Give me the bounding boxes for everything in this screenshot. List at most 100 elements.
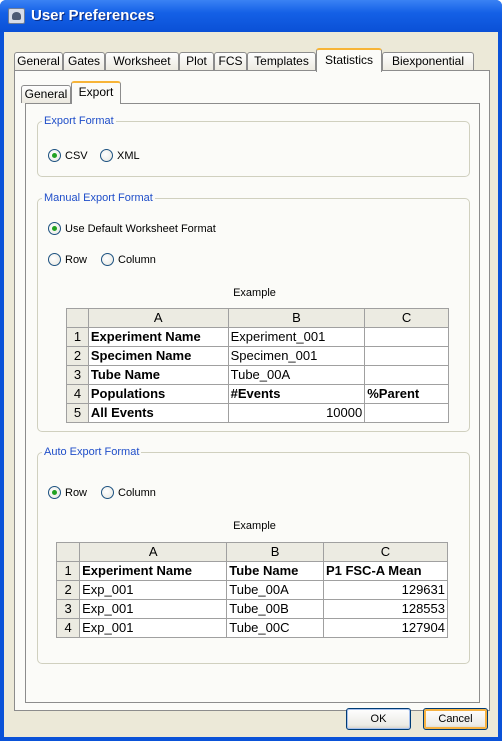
table-cell: #Events xyxy=(227,384,366,404)
table-row: 2 Specimen Name Specimen_001 xyxy=(66,346,449,366)
export-format-group: Export Format CSV XML xyxy=(37,115,470,177)
manual-example-label: Example xyxy=(233,287,276,299)
radio-manual-row-label: Row xyxy=(65,254,88,266)
auto-example-label: Example xyxy=(233,520,276,532)
dialog-client-area: General Gates Worksheet Plot FCS Templat… xyxy=(4,32,498,737)
tab-general[interactable]: General xyxy=(14,52,63,71)
table-cell: Populations xyxy=(87,384,229,404)
row-number: 1 xyxy=(66,327,89,347)
app-icon xyxy=(8,8,25,24)
radio-manual-column-indicator[interactable] xyxy=(101,253,114,266)
radio-csv-label: CSV xyxy=(65,150,88,162)
table-row: 3 Exp_001 Tube_00B 128553 xyxy=(55,599,449,619)
table-cell: Exp_001 xyxy=(79,618,228,638)
auto-export-format-group: Auto Export Format Row Column Example A … xyxy=(37,446,470,664)
radio-manual-column[interactable]: Column xyxy=(101,253,156,267)
radio-auto-row-indicator[interactable] xyxy=(48,486,61,499)
row-number: 4 xyxy=(55,618,81,638)
radio-auto-column-label: Column xyxy=(118,487,156,499)
table-cell: Tube_00C xyxy=(226,618,324,638)
table-cell: Exp_001 xyxy=(79,580,228,600)
window-title: User Preferences xyxy=(31,7,155,24)
radio-xml-label: XML xyxy=(117,150,140,162)
radio-manual-row-indicator[interactable] xyxy=(48,253,61,266)
corner-cell xyxy=(66,308,89,328)
table-cell: Specimen_001 xyxy=(227,346,366,366)
subtab-general[interactable]: General xyxy=(21,85,71,103)
table-row: 4 Populations #Events %Parent xyxy=(66,384,449,404)
radio-default-indicator[interactable] xyxy=(48,222,61,235)
tab-plot[interactable]: Plot xyxy=(179,52,214,71)
radio-xml-indicator[interactable] xyxy=(100,149,113,162)
column-header: C xyxy=(322,542,449,562)
table-cell: Experiment Name xyxy=(79,561,228,581)
table-row: 3 Tube Name Tube_00A xyxy=(66,365,449,385)
cancel-button[interactable]: Cancel xyxy=(423,708,488,730)
table-cell: Tube_00A xyxy=(226,580,324,600)
radio-auto-column-indicator[interactable] xyxy=(101,486,114,499)
radio-auto-column[interactable]: Column xyxy=(101,486,156,500)
radio-manual-row[interactable]: Row xyxy=(48,253,87,267)
auto-export-legend: Auto Export Format xyxy=(44,446,140,458)
tab-templates[interactable]: Templates xyxy=(247,52,316,71)
tab-gates[interactable]: Gates xyxy=(63,52,105,71)
table-cell xyxy=(364,327,449,347)
table-cell: 10000 xyxy=(227,403,366,423)
tab-fcs[interactable]: FCS xyxy=(214,52,247,71)
ok-button[interactable]: OK xyxy=(346,708,411,730)
export-panel: Export Format CSV XML Manual Export Form… xyxy=(25,103,480,703)
radio-auto-row[interactable]: Row xyxy=(48,486,87,500)
radio-manual-column-label: Column xyxy=(118,254,156,266)
row-number: 5 xyxy=(66,403,89,423)
table-header-row: A B C xyxy=(55,542,449,562)
table-cell: 128553 xyxy=(322,599,449,619)
subtab-export[interactable]: Export xyxy=(71,81,121,104)
manual-export-format-group: Manual Export Format Use Default Workshe… xyxy=(37,192,470,432)
auto-example-table: A B C 1 Experiment Name Tube Name P1 FSC… xyxy=(55,542,449,638)
radio-use-default-worksheet-format[interactable]: Use Default Worksheet Format xyxy=(48,222,216,236)
table-cell: %Parent xyxy=(364,384,449,404)
radio-csv-indicator[interactable] xyxy=(48,149,61,162)
table-row: 4 Exp_001 Tube_00C 127904 xyxy=(55,618,449,638)
table-cell: P1 FSC-A Mean xyxy=(322,561,449,581)
row-number: 3 xyxy=(55,599,81,619)
table-cell: Tube_00A xyxy=(227,365,366,385)
column-header: C xyxy=(364,308,449,328)
table-cell: Specimen Name xyxy=(87,346,229,366)
radio-default-label: Use Default Worksheet Format xyxy=(65,223,216,235)
table-cell: All Events xyxy=(87,403,229,423)
statistics-panel: General Export Export Format CSV XML Man… xyxy=(14,70,490,711)
table-row: 5 All Events 10000 xyxy=(66,403,449,423)
user-preferences-window: User Preferences General Gates Worksheet… xyxy=(0,0,502,741)
table-cell xyxy=(364,346,449,366)
radio-auto-row-label: Row xyxy=(65,487,88,499)
tab-biexponential[interactable]: Biexponential xyxy=(382,52,474,71)
manual-export-legend: Manual Export Format xyxy=(44,192,153,204)
column-header: B xyxy=(227,308,366,328)
row-number: 2 xyxy=(55,580,81,600)
manual-example-table: A B C 1 Experiment Name Experiment_001 2 xyxy=(66,308,449,423)
table-cell: Experiment_001 xyxy=(227,327,366,347)
table-cell: 129631 xyxy=(322,580,449,600)
radio-xml[interactable]: XML xyxy=(100,149,140,163)
title-bar[interactable]: User Preferences xyxy=(0,0,502,32)
export-format-legend: Export Format xyxy=(44,115,114,127)
column-header: A xyxy=(79,542,228,562)
radio-csv[interactable]: CSV xyxy=(48,149,88,163)
table-cell: Exp_001 xyxy=(79,599,228,619)
table-cell: Tube Name xyxy=(226,561,324,581)
table-cell: Experiment Name xyxy=(87,327,229,347)
tab-worksheet[interactable]: Worksheet xyxy=(105,52,179,71)
table-cell: 127904 xyxy=(322,618,449,638)
tab-statistics[interactable]: Statistics xyxy=(316,48,382,72)
table-cell xyxy=(364,365,449,385)
table-cell: Tube Name xyxy=(87,365,229,385)
table-cell xyxy=(364,403,449,423)
row-number: 2 xyxy=(66,346,89,366)
column-header: A xyxy=(87,308,229,328)
corner-cell xyxy=(55,542,81,562)
table-row: 1 Experiment Name Tube Name P1 FSC-A Mea… xyxy=(55,561,449,581)
table-header-row: A B C xyxy=(66,308,449,328)
row-number: 4 xyxy=(66,384,89,404)
table-row: 1 Experiment Name Experiment_001 xyxy=(66,327,449,347)
